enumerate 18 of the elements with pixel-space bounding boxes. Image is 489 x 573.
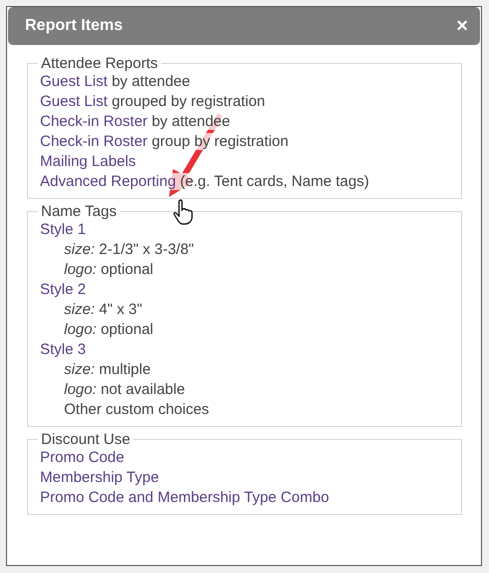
section-legend: Discount Use <box>38 431 134 448</box>
dialog-title: Report Items <box>25 17 123 35</box>
link-description: (e.g. Tent cards, Name tags) <box>176 173 370 190</box>
detail-text: logo: optional <box>64 261 154 278</box>
hand-cursor-icon <box>173 199 193 225</box>
detail-text: logo: optional <box>64 321 154 338</box>
report-link[interactable]: Advanced Reporting <box>40 173 176 190</box>
report-link[interactable]: Style 3 <box>40 341 86 358</box>
report-link[interactable]: Promo Code and Membership Type Combo <box>40 489 330 506</box>
detail-text: logo: not available <box>64 381 185 398</box>
report-link[interactable]: Style 2 <box>40 281 86 298</box>
detail-text: size: multiple <box>64 361 151 378</box>
section-legend: Attendee Reports <box>38 55 161 72</box>
report-link[interactable]: Style 1 <box>40 221 86 238</box>
section-legend: Name Tags <box>38 203 120 220</box>
close-button[interactable]: × <box>454 14 470 38</box>
report-link[interactable]: Membership Type <box>40 469 159 486</box>
report-link[interactable]: Mailing Labels <box>40 153 136 170</box>
